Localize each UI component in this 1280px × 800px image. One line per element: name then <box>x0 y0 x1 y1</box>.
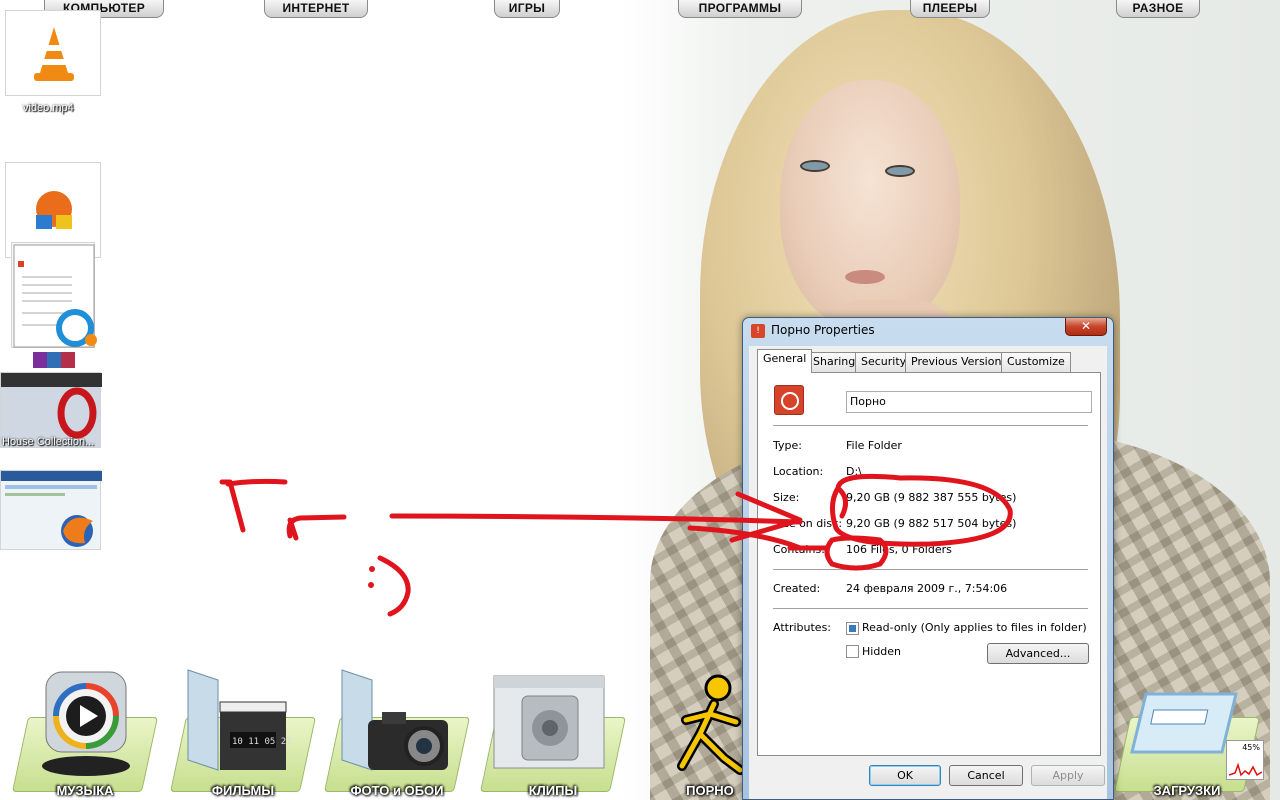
dialog-title: Порно Properties <box>771 323 875 337</box>
video-thumbnail <box>5 10 101 96</box>
apply-button[interactable]: Apply <box>1031 765 1105 786</box>
top-menu-misc[interactable]: РАЗНОЕ <box>1116 0 1200 18</box>
close-button[interactable]: ✕ <box>1065 318 1107 336</box>
type-value: File Folder <box>846 439 902 452</box>
readonly-label: Read-only (Only applies to files in fold… <box>862 621 1087 634</box>
tab-sharing[interactable]: Sharing <box>807 352 862 372</box>
contains-label: Contains: <box>773 543 825 556</box>
archive-books-icon <box>33 352 75 368</box>
top-menu-internet[interactable]: ИНТЕРНЕТ <box>264 0 368 18</box>
general-tab-panel: Порно Type: File Folder Location: D:\ Si… <box>757 372 1101 756</box>
created-label: Created: <box>773 582 821 595</box>
folder-title-icon: ! <box>751 324 765 338</box>
ok-button[interactable]: OK <box>869 765 941 786</box>
desktop-icon-video[interactable]: video.mp4 <box>5 10 101 120</box>
separator-2 <box>773 569 1088 570</box>
wallpaper-face <box>780 80 960 330</box>
dialog-client: General Sharing Security Previous Versio… <box>749 346 1107 799</box>
speaker-window-icon <box>493 675 605 769</box>
readonly-checkbox[interactable] <box>846 622 859 635</box>
cpu-meter-widget[interactable]: 45% <box>1226 740 1264 780</box>
contains-value: 106 Files, 0 Folders <box>846 543 952 556</box>
dock-clips[interactable]: КЛИПЫ <box>478 660 628 800</box>
hidden-label: Hidden <box>862 645 902 658</box>
dock-photo-label: ФОТО и ОБОИ <box>350 783 444 798</box>
location-label: Location: <box>773 465 824 478</box>
dock-photo[interactable]: ФОТО и ОБОИ <box>322 660 472 800</box>
browser-thumbnail <box>0 470 102 550</box>
size-label: Size: <box>773 491 800 504</box>
top-menu-players[interactable]: ПЛЕЕРЫ <box>910 0 990 18</box>
dock-downloads-label: ЗАГРУЗКИ <box>1153 783 1221 798</box>
video-file-label: video.mp4 <box>23 102 74 114</box>
top-menu-programs[interactable]: ПРОГРАММЫ <box>678 0 802 18</box>
hidden-checkbox[interactable] <box>846 645 859 658</box>
desktop-icon-stack[interactable]: House Collection... <box>0 162 102 452</box>
cpu-graph-icon <box>1229 762 1263 777</box>
dock-music-label: МУЗЫКА <box>56 783 114 798</box>
cancel-button[interactable]: Cancel <box>949 765 1023 786</box>
tab-general[interactable]: General <box>757 349 813 373</box>
tab-customize[interactable]: Customize <box>1001 352 1071 372</box>
cpu-percent: 45% <box>1242 743 1260 752</box>
separator-3 <box>773 608 1088 609</box>
folder-name-field[interactable]: Порно <box>846 391 1092 413</box>
camera-icon <box>341 669 448 771</box>
dock-films-label: ФИЛЬМЫ <box>211 783 275 798</box>
folder-power-icon <box>774 385 804 415</box>
created-value: 24 февраля 2009 г., 7:54:06 <box>846 582 1008 595</box>
size-on-disk-value: 9,20 GB (9 882 517 504 bytes) <box>846 517 1017 530</box>
vlc-cone-icon <box>34 27 74 81</box>
location-value: D:\ <box>846 465 862 478</box>
advanced-button[interactable]: Advanced... <box>987 643 1089 664</box>
separator-1 <box>773 425 1088 426</box>
dock-music[interactable]: МУЗЫКА <box>10 660 160 800</box>
firefox-icon <box>1 471 102 547</box>
wallpaper-eye-right <box>885 165 915 177</box>
attributes-label: Attributes: <box>773 621 832 634</box>
dock-clips-label: КЛИПЫ <box>528 783 578 798</box>
wallpaper-lips <box>845 270 885 284</box>
svg-text:10 11 05 23: 10 11 05 23 <box>232 737 292 747</box>
media-player-icon <box>42 671 130 776</box>
dock-films[interactable]: 10 11 05 23 ФИЛЬМЫ <box>168 660 318 800</box>
tab-previous-versions[interactable]: Previous Versions <box>905 352 1014 372</box>
size-on-disk-label: Size on disk: <box>773 517 843 530</box>
tab-security[interactable]: Security <box>855 352 913 372</box>
wallpaper-eye-left <box>800 160 830 172</box>
top-menu-games[interactable]: ИГРЫ <box>494 0 560 18</box>
house-collection-label: House Collection... <box>2 436 95 448</box>
type-label: Type: <box>773 439 802 452</box>
properties-dialog: ! Порно Properties ✕ General Sharing Sec… <box>742 317 1114 800</box>
film-clapper-icon: 10 11 05 23 <box>187 669 292 771</box>
qip-icon <box>56 309 97 347</box>
size-value: 9,20 GB (9 882 387 555 bytes) <box>846 491 1017 504</box>
desktop-icon-browser[interactable] <box>0 470 102 552</box>
